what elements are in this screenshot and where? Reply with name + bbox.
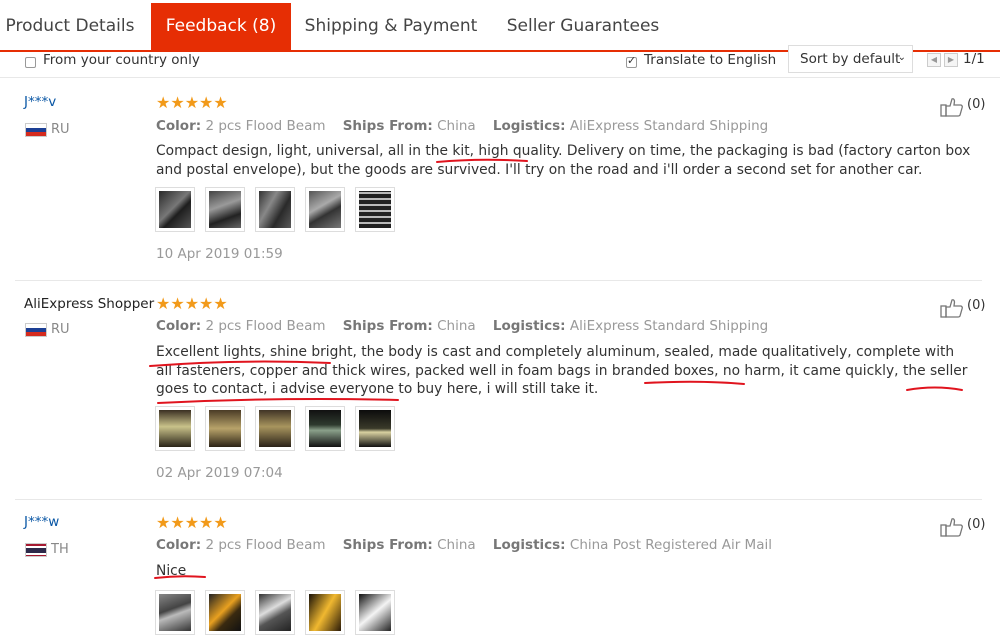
review-photo[interactable] (355, 187, 395, 232)
review-divider (15, 499, 982, 500)
page-info: 1/1 (963, 51, 985, 67)
review-meta: Color: 2 pcs Flood Beam Ships From: Chin… (156, 537, 772, 553)
review-photo[interactable] (255, 590, 295, 635)
logistics-value: AliExpress Standard Shipping (569, 318, 769, 334)
reviewer-country: RU (51, 122, 70, 137)
ships-from-label: Ships From: (342, 537, 433, 553)
review-meta: Color: 2 pcs Flood Beam Ships From: Chin… (156, 118, 768, 134)
helpful-count: (0) (967, 97, 986, 112)
country-flag-icon (25, 123, 47, 137)
tab-shipping-payment[interactable]: Shipping & Payment (300, 3, 482, 50)
review-photo[interactable] (205, 406, 245, 451)
color-value: 2 pcs Flood Beam (205, 118, 326, 134)
chevron-down-icon: ⌄ (897, 52, 906, 63)
reviewer-country: TH (51, 542, 69, 557)
country-flag-icon (25, 323, 47, 337)
tab-product-details[interactable]: Product Details (0, 3, 140, 50)
logistics-label: Logistics: (492, 318, 566, 334)
logistics-label: Logistics: (492, 537, 566, 553)
color-label: Color: (156, 318, 202, 334)
review-photo[interactable] (255, 187, 295, 232)
logistics-value: AliExpress Standard Shipping (569, 118, 769, 134)
helpful-button[interactable]: (0) (940, 95, 1000, 119)
from-country-checkbox[interactable] (25, 57, 36, 68)
rating-stars: ★★★★★ (156, 294, 228, 313)
ships-from-label: Ships From: (342, 318, 433, 334)
color-label: Color: (156, 537, 202, 553)
thumbs-up-icon (940, 518, 963, 537)
review-photo[interactable] (305, 590, 345, 635)
review-text: Excellent lights, shine bright, the body… (156, 344, 968, 397)
sort-select-label: Sort by default (800, 51, 901, 67)
ships-from-value: China (437, 537, 476, 553)
next-page-button[interactable]: ▶ (944, 53, 958, 67)
review-photo[interactable] (305, 406, 345, 451)
helpful-button[interactable]: (0) (940, 296, 1000, 320)
review-photo[interactable] (155, 406, 195, 451)
review-date: 10 Apr 2019 01:59 (156, 246, 283, 262)
review-photo[interactable] (205, 187, 245, 232)
review-divider (15, 280, 982, 281)
color-label: Color: (156, 118, 202, 134)
thumbs-up-icon (940, 98, 963, 117)
review-photo[interactable] (355, 590, 395, 635)
translate-checkbox[interactable] (626, 54, 637, 68)
review-photo[interactable] (355, 406, 395, 451)
thumbs-up-icon (940, 299, 963, 318)
ships-from-label: Ships From: (342, 118, 433, 134)
reviewer-name[interactable]: J***v (24, 94, 56, 110)
tab-seller-guarantees[interactable]: Seller Guarantees (500, 3, 666, 50)
helpful-count: (0) (967, 517, 986, 532)
color-value: 2 pcs Flood Beam (205, 318, 326, 334)
rating-stars: ★★★★★ (156, 93, 228, 112)
ships-from-value: China (437, 318, 476, 334)
helpful-button[interactable]: (0) (940, 515, 1000, 539)
review-photo[interactable] (305, 187, 345, 232)
review-photo[interactable] (255, 406, 295, 451)
ships-from-value: China (437, 118, 476, 134)
review-photo[interactable] (155, 187, 195, 232)
logistics-label: Logistics: (492, 118, 566, 134)
review-text: Compact design, light, universal, all in… (156, 143, 971, 178)
helpful-count: (0) (967, 298, 986, 313)
reviewer-name[interactable]: J***w (24, 514, 59, 530)
prev-page-button[interactable]: ◀ (927, 53, 941, 67)
review-date: 02 Apr 2019 07:04 (156, 465, 283, 481)
sort-select[interactable]: Sort by default ⌄ (788, 45, 913, 73)
from-country-label: From your country only (43, 52, 200, 68)
tab-feedback[interactable]: Feedback (8) (151, 3, 291, 50)
logistics-value: China Post Registered Air Mail (569, 537, 772, 553)
reviewer-name: AliExpress Shopper (24, 296, 155, 312)
rating-stars: ★★★★★ (156, 513, 228, 532)
review-meta: Color: 2 pcs Flood Beam Ships From: Chin… (156, 318, 768, 334)
country-flag-icon (25, 543, 47, 557)
color-value: 2 pcs Flood Beam (205, 537, 326, 553)
translate-label: Translate to English (644, 52, 777, 68)
reviewer-country: RU (51, 322, 70, 337)
review-photo[interactable] (205, 590, 245, 635)
review-text: Nice (156, 563, 187, 579)
review-photo[interactable] (155, 590, 195, 635)
